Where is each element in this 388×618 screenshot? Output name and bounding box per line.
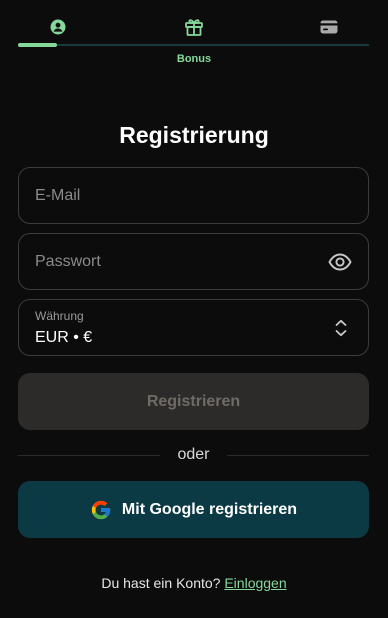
email-placeholder: E-Mail [35,187,81,204]
gift-icon[interactable] [182,14,206,38]
step-label-bonus: Bonus [176,53,212,65]
divider-text: oder [177,446,210,463]
progress-track [18,43,369,47]
password-field[interactable]: Passwort [18,233,369,290]
progress-fill [18,43,57,47]
card-icon[interactable] [318,16,340,38]
login-prompt: Du hast ein Konto? [101,575,221,591]
page-title: Registrierung [119,122,269,148]
currency-label: Währung [35,309,84,323]
login-link[interactable]: Einloggen [224,575,286,591]
register-button[interactable]: Registrieren [18,373,369,430]
divider-right [227,455,369,456]
google-button-label: Mit Google registrieren [121,500,298,518]
chevron-up-down-icon [335,319,347,337]
eye-icon[interactable] [328,253,352,271]
google-register-button[interactable]: Mit Google registrieren [18,481,369,538]
currency-value: EUR • € [35,329,93,346]
password-placeholder: Passwort [35,253,101,270]
login-prompt-line: Du hast ein Konto? Einloggen [0,575,388,591]
divider-left [18,455,160,456]
stepper: Bonus [0,0,388,70]
google-icon [90,499,112,521]
user-icon[interactable] [47,16,69,38]
email-field[interactable]: E-Mail [18,167,369,224]
currency-select[interactable]: Währung EUR • € [18,299,369,356]
